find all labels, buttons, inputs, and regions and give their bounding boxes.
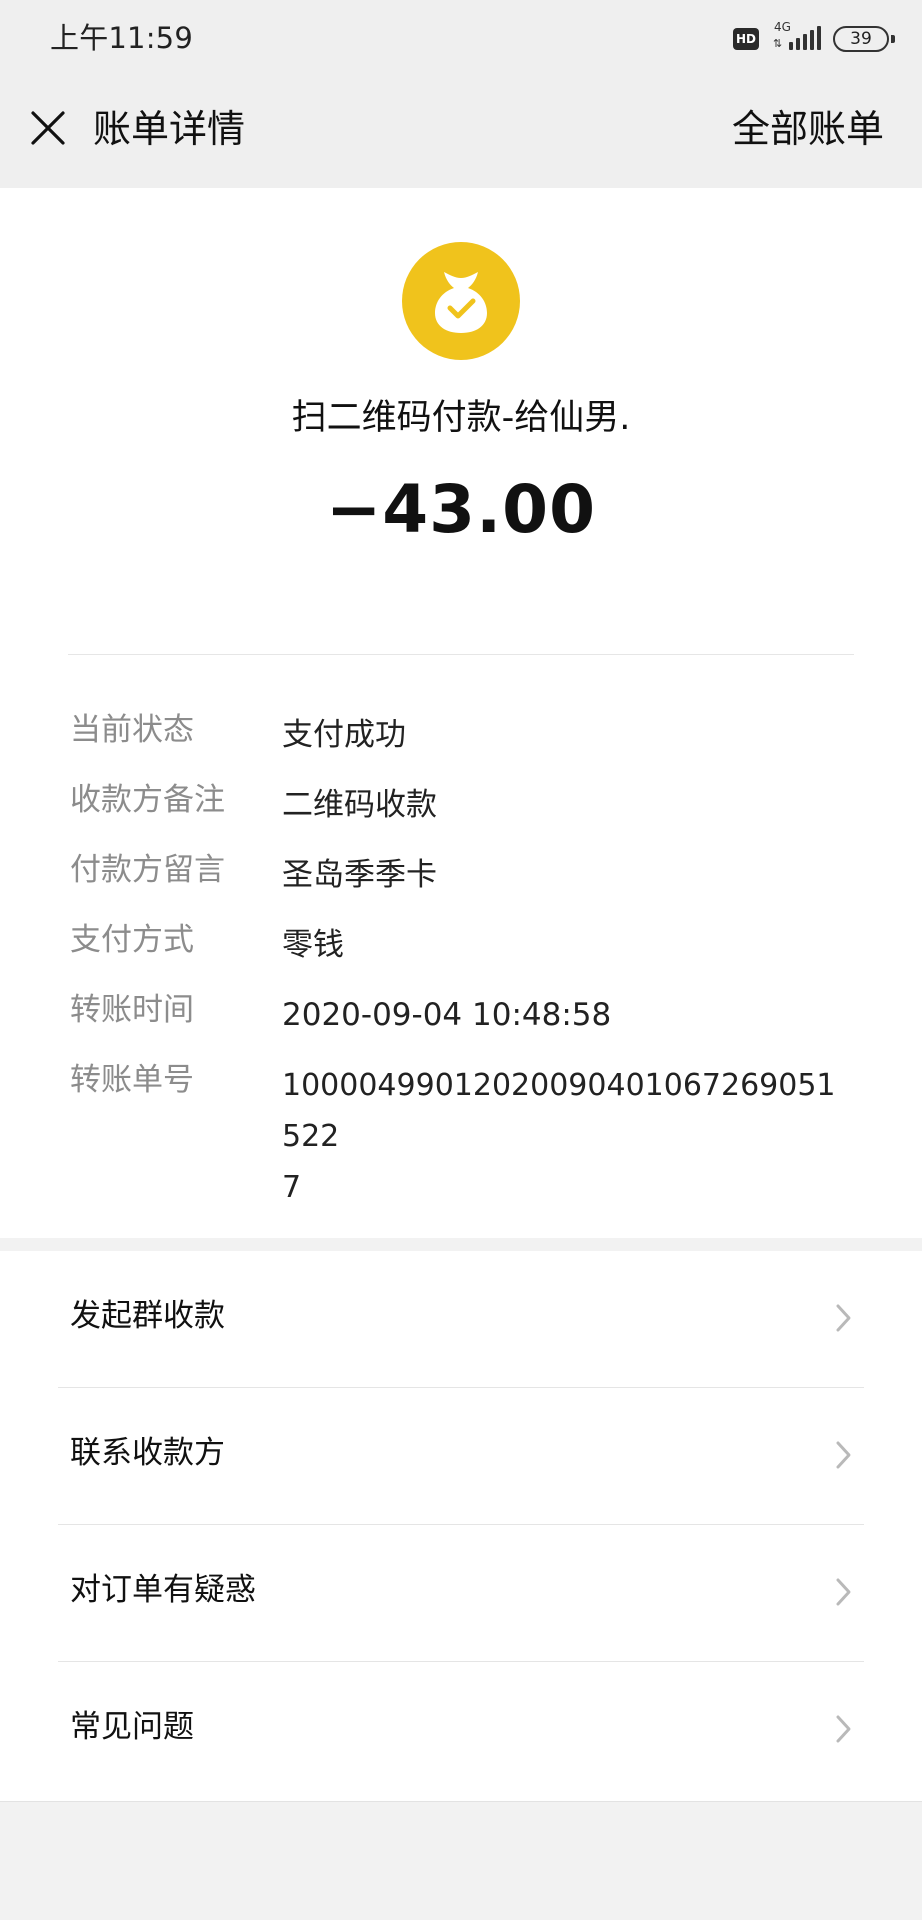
bottom-divider	[0, 1801, 922, 1802]
payment-title: 扫二维码付款-给仙男.	[291, 398, 631, 438]
chevron-right-icon	[836, 1578, 851, 1606]
chevron-right-icon	[836, 1304, 851, 1332]
bill-detail-card: 扫二维码付款-给仙男. −43.00 当前状态 支付成功 收款方备注 二维码收款…	[0, 188, 922, 1238]
action-item-group-collect[interactable]: 发起群收款	[0, 1251, 922, 1388]
info-row-status: 当前状态 支付成功	[70, 710, 870, 780]
network-arrows-icon: ⇅	[773, 37, 783, 50]
info-label: 当前状态	[70, 712, 194, 748]
info-row-payment-method: 支付方式 零钱	[70, 920, 870, 990]
close-button[interactable]	[26, 106, 70, 150]
info-row-payer-message: 付款方留言 圣岛季季卡	[70, 850, 870, 920]
chevron-right-icon	[836, 1441, 851, 1469]
action-item-order-question[interactable]: 对订单有疑惑	[0, 1525, 922, 1662]
status-bar: 上午11:59 HD 4G ⇅ 39	[0, 0, 922, 78]
payment-amount: −43.00	[325, 471, 597, 548]
nav-bar: 账单详情 全部账单	[0, 78, 922, 188]
info-row-transfer-time: 转账时间 2020-09-04 10:48:58	[70, 990, 870, 1060]
info-value: 2020-09-04 10:48:58	[282, 997, 612, 1033]
hd-badge-icon: HD	[733, 28, 759, 50]
info-value: 二维码收款	[282, 787, 437, 823]
status-time: 上午11:59	[50, 21, 193, 55]
battery-level: 39	[850, 29, 872, 49]
info-value: 圣岛季季卡	[282, 857, 437, 893]
action-label: 常见问题	[70, 1709, 194, 1745]
action-list: 发起群收款 联系收款方 对订单有疑惑 常见问题	[0, 1251, 922, 1802]
transfer-number: 10000499012020090401067269051522 7	[282, 1060, 852, 1213]
amount-divider	[68, 654, 854, 655]
info-label: 转账单号	[70, 1062, 194, 1098]
battery-tip	[891, 35, 895, 43]
info-label: 转账时间	[70, 992, 194, 1028]
action-item-faq[interactable]: 常见问题	[0, 1662, 922, 1799]
info-label: 收款方备注	[70, 782, 225, 818]
info-value: 支付成功	[282, 717, 406, 753]
signal-bars-icon	[789, 26, 821, 50]
transfer-number-line-2: 7	[282, 1170, 302, 1205]
action-label: 发起群收款	[70, 1298, 225, 1334]
signal-icon: 4G ⇅	[771, 21, 821, 56]
chevron-right-icon	[836, 1715, 851, 1743]
all-bills-link[interactable]: 全部账单	[732, 105, 884, 153]
action-item-contact-payee[interactable]: 联系收款方	[0, 1388, 922, 1525]
action-label: 对订单有疑惑	[70, 1572, 256, 1608]
bill-detail-page: 上午11:59 HD 4G ⇅ 39 账单详情 全部账单 扫二维码付款-给仙男.…	[0, 0, 922, 1920]
bill-info-list: 当前状态 支付成功 收款方备注 二维码收款 付款方留言 圣岛季季卡 支付方式 零…	[70, 710, 870, 1205]
info-label: 支付方式	[70, 922, 194, 958]
info-value: 零钱	[282, 927, 344, 963]
transfer-number-line-1: 10000499012020090401067269051522	[282, 1068, 836, 1154]
info-label: 付款方留言	[70, 852, 225, 888]
status-icons: HD 4G ⇅ 39	[733, 21, 895, 56]
battery-icon: 39	[833, 26, 895, 52]
close-icon	[31, 111, 65, 145]
info-row-payee-note: 收款方备注 二维码收款	[70, 780, 870, 850]
page-title: 账单详情	[93, 107, 246, 151]
info-row-transfer-number: 转账单号 10000499012020090401067269051522 7	[70, 1060, 870, 1205]
money-bag-check-icon	[402, 242, 520, 360]
action-label: 联系收款方	[70, 1435, 225, 1471]
